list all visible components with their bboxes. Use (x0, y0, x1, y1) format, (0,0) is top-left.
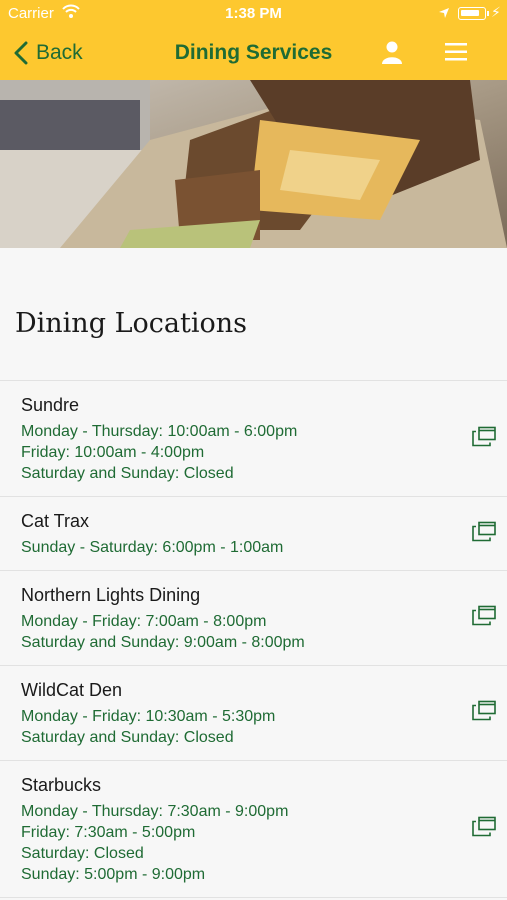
external-window-icon[interactable] (472, 521, 496, 546)
location-hours: Monday - Thursday: 7:30am - 9:00pm (21, 803, 289, 820)
location-hours: Saturday: Closed (21, 845, 144, 862)
status-time: 1:38 PM (225, 5, 282, 22)
external-window-icon[interactable] (472, 426, 496, 451)
location-item[interactable]: Northern Lights Dining Monday - Friday: 7… (0, 571, 507, 666)
location-hours: Monday - Friday: 7:00am - 8:00pm (21, 613, 267, 630)
locations-list: Sundre Monday - Thursday: 10:00am - 6:00p… (0, 380, 507, 898)
external-window-icon[interactable] (472, 605, 496, 631)
location-item[interactable]: Sundre Monday - Thursday: 10:00am - 6:00p… (0, 381, 507, 497)
location-name: WildCat Den (21, 680, 123, 700)
location-name: Sundre (21, 395, 80, 415)
external-window-icon[interactable] (472, 700, 496, 726)
location-item[interactable]: Cat Trax Sunday - Saturday: 6:00pm - 1:00… (0, 497, 507, 571)
location-item[interactable]: Starbucks Monday - Thursday: 7:30am - 9:0… (0, 761, 507, 898)
location-hours: Friday: 7:30am - 5:00pm (21, 824, 196, 841)
location-hours: Monday - Thursday: 10:00am - 6:00pm (21, 423, 298, 440)
location-hours: Sunday: 5:00pm - 9:00pm (21, 866, 206, 883)
location-hours: Monday - Friday: 10:30am - 5:30pm (21, 708, 276, 725)
location-hours: Saturday and Sunday: Closed (21, 465, 234, 482)
user-icon[interactable] (380, 40, 404, 69)
battery-tip (487, 11, 489, 16)
battery-icon (458, 7, 486, 20)
hamburger-menu-icon[interactable] (444, 42, 468, 67)
charging-bolt-icon: ⚡ (491, 4, 501, 20)
status-bar: Carrier 1:38 PM ⚡ (0, 0, 507, 28)
location-hours: Friday: 10:00am - 4:00pm (21, 444, 205, 461)
hero-food-image (0, 80, 507, 248)
location-item[interactable]: WildCat Den Monday - Friday: 10:30am - 5:… (0, 666, 507, 761)
page-title: Dining Services (174, 41, 333, 64)
location-name: Cat Trax (21, 511, 90, 531)
external-window-icon[interactable] (472, 816, 496, 842)
nav-bar: Back Dining Services (0, 28, 507, 80)
location-name: Starbucks (21, 775, 102, 795)
location-hours: Saturday and Sunday: 9:00am - 8:00pm (21, 634, 305, 651)
location-hours: Sunday - Saturday: 6:00pm - 1:00am (21, 539, 284, 556)
location-arrow-icon (438, 6, 450, 23)
location-hours: Saturday and Sunday: Closed (21, 729, 234, 746)
section-title: Dining Locations (15, 308, 247, 339)
location-name: Northern Lights Dining (21, 585, 201, 605)
